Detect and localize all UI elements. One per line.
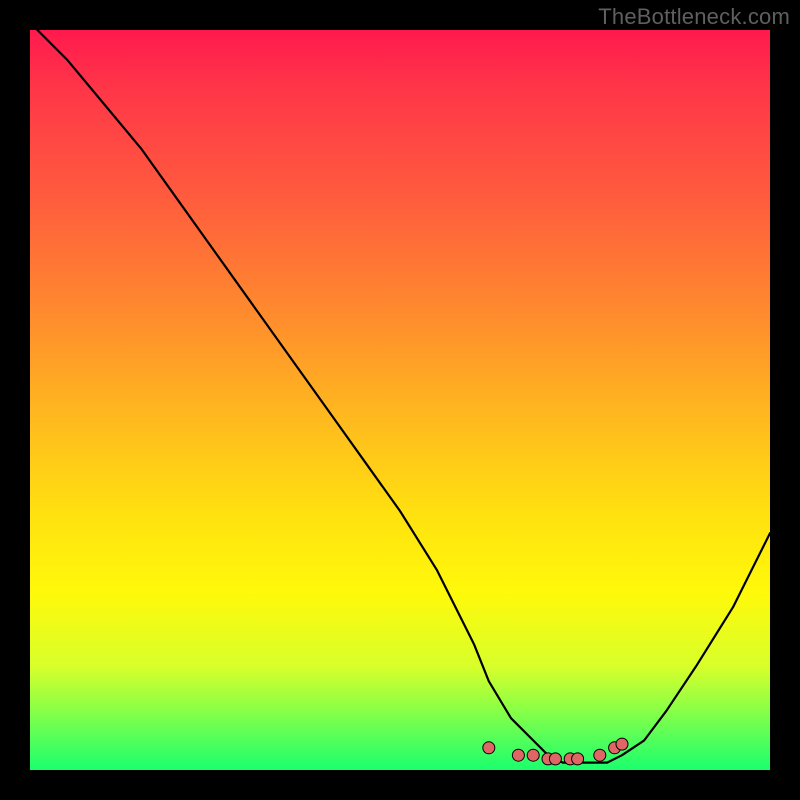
curve-layer xyxy=(30,30,770,770)
highlight-marker xyxy=(594,749,606,761)
highlight-marker xyxy=(512,749,524,761)
highlight-marker xyxy=(527,749,539,761)
highlight-marker xyxy=(616,738,628,750)
highlight-marker xyxy=(483,742,495,754)
chart-frame: TheBottleneck.com xyxy=(0,0,800,800)
highlight-marker xyxy=(572,753,584,765)
plot-area xyxy=(30,30,770,770)
attribution-label: TheBottleneck.com xyxy=(598,4,790,30)
highlight-marker xyxy=(549,753,561,765)
bottleneck-curve xyxy=(37,30,770,763)
highlight-marker-group xyxy=(483,738,628,765)
